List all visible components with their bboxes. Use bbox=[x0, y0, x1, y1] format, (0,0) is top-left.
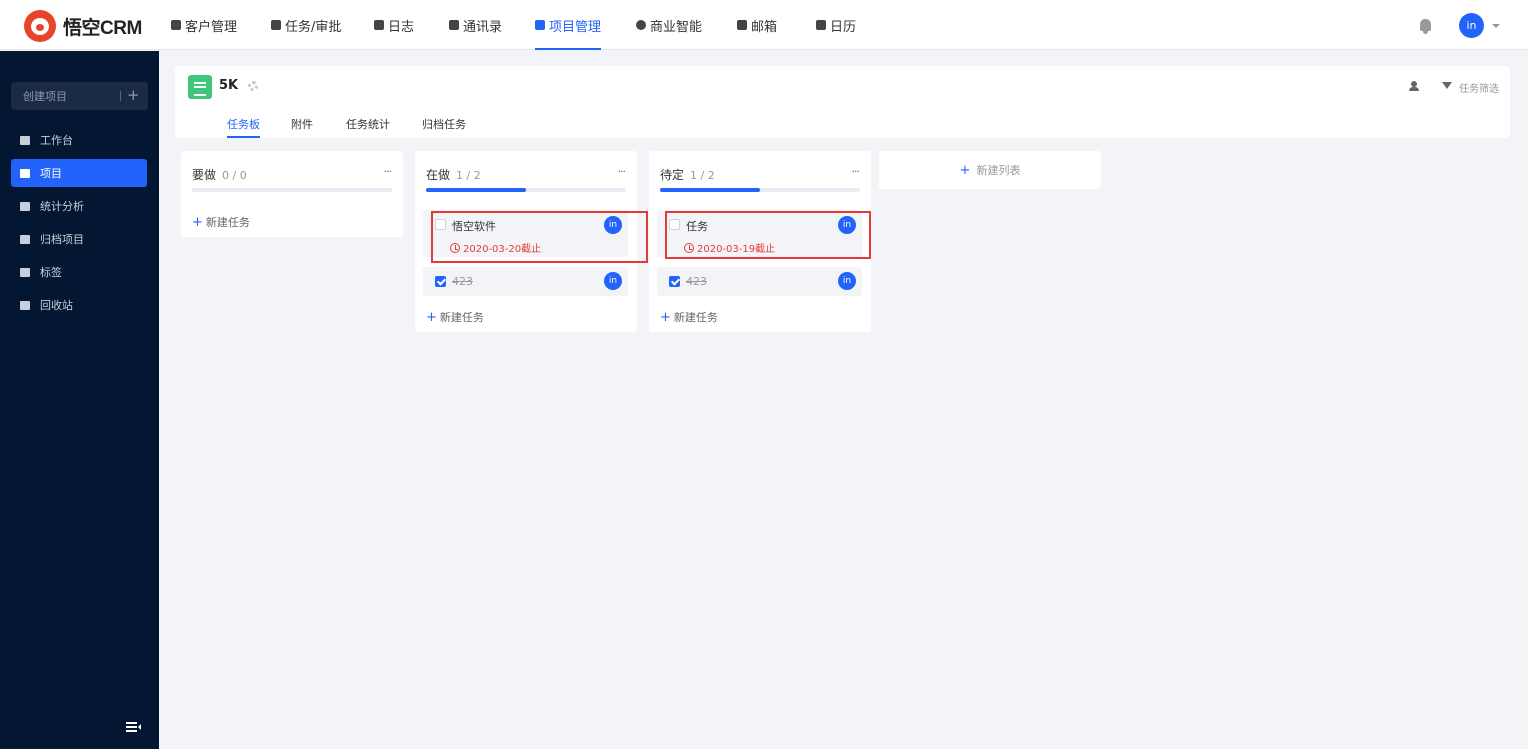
log-icon bbox=[374, 20, 384, 30]
trash-icon bbox=[20, 300, 30, 310]
column-progress-bar bbox=[660, 188, 860, 192]
sidebar-item-tags[interactable]: 标签 bbox=[11, 258, 147, 286]
tab-task-statistics[interactable]: 任务统计 bbox=[346, 116, 390, 132]
new-task-button[interactable]: + 新建任务 bbox=[192, 214, 250, 230]
top-navbar: 悟空CRM 客户管理 任务/审批 日志 通讯录 项目管理 商业智能 邮箱 日历 … bbox=[0, 0, 1528, 50]
more-options-icon[interactable]: ··· bbox=[852, 165, 860, 178]
create-project-button[interactable]: 创建项目 + bbox=[11, 82, 148, 110]
column-count: 1 / 2 bbox=[690, 169, 715, 182]
tab-task-board[interactable]: 任务板 bbox=[227, 116, 260, 138]
new-list-button[interactable]: + 新建列表 bbox=[879, 151, 1101, 189]
nav-tasks-approvals[interactable]: 任务/审批 bbox=[271, 0, 341, 50]
task-name: 423 bbox=[452, 275, 473, 288]
nav-business-intelligence[interactable]: 商业智能 bbox=[636, 0, 702, 50]
task-checkbox-checked[interactable] bbox=[435, 276, 446, 287]
task-filter-button[interactable]: 任务筛选 bbox=[1459, 80, 1499, 95]
shield-icon bbox=[636, 20, 646, 30]
sidebar: 创建项目 + 工作台 项目 统计分析 归档项目 标签 回收站 bbox=[0, 51, 159, 749]
sidebar-item-projects[interactable]: 项目 bbox=[11, 159, 147, 187]
new-task-button[interactable]: + 新建任务 bbox=[426, 309, 484, 325]
project-title: 5K bbox=[219, 78, 239, 93]
more-options-icon[interactable]: ··· bbox=[384, 165, 392, 178]
nav-project-management[interactable]: 项目管理 bbox=[535, 0, 602, 50]
plus-icon: + bbox=[660, 310, 671, 325]
tab-archived-tasks[interactable]: 归档任务 bbox=[422, 116, 466, 132]
sidebar-item-statistics[interactable]: 统计分析 bbox=[11, 192, 147, 220]
assignee-avatar[interactable]: in bbox=[604, 272, 622, 290]
mail-icon bbox=[737, 20, 747, 30]
plus-icon: + bbox=[426, 310, 437, 325]
nav-calendar[interactable]: 日历 bbox=[816, 0, 856, 50]
highlight-box bbox=[665, 211, 871, 259]
highlight-box bbox=[431, 211, 648, 263]
task-card[interactable]: 423 in bbox=[423, 267, 628, 296]
user-avatar[interactable]: in bbox=[1459, 13, 1484, 38]
plus-icon: + bbox=[192, 215, 203, 230]
members-icon[interactable] bbox=[1408, 81, 1420, 91]
progress-fill bbox=[660, 188, 760, 192]
sidebar-item-recycle-bin[interactable]: 回收站 bbox=[11, 291, 147, 319]
sidebar-item-workbench[interactable]: 工作台 bbox=[11, 126, 147, 154]
tab-attachments[interactable]: 附件 bbox=[291, 116, 313, 132]
assignee-avatar[interactable]: in bbox=[838, 272, 856, 290]
collapse-sidebar-icon[interactable] bbox=[126, 722, 141, 732]
briefcase-icon bbox=[271, 20, 281, 30]
contacts-icon bbox=[449, 20, 459, 30]
progress-fill bbox=[426, 188, 526, 192]
column-title: 在做 1 / 2 bbox=[426, 168, 481, 182]
new-task-button[interactable]: + 新建任务 bbox=[660, 309, 718, 325]
sidebar-item-archived-projects[interactable]: 归档项目 bbox=[11, 225, 147, 253]
task-name: 423 bbox=[686, 275, 707, 288]
calendar-icon bbox=[816, 20, 826, 30]
task-card[interactable]: 423 in bbox=[657, 267, 862, 296]
gear-icon[interactable] bbox=[248, 81, 258, 91]
nav-logs[interactable]: 日志 bbox=[374, 0, 414, 50]
board-column-todo: 要做 0 / 0 ··· + 新建任务 bbox=[181, 151, 403, 237]
column-count: 0 / 0 bbox=[222, 169, 247, 182]
tag-icon bbox=[20, 267, 30, 277]
divider bbox=[120, 91, 121, 101]
plus-icon: + bbox=[959, 162, 971, 178]
column-title: 待定 1 / 2 bbox=[660, 168, 715, 182]
bell-icon[interactable] bbox=[1420, 19, 1431, 34]
chart-icon bbox=[20, 201, 30, 211]
app-logo[interactable]: 悟空CRM bbox=[24, 10, 142, 42]
column-title: 要做 0 / 0 bbox=[192, 168, 247, 182]
monkey-logo-icon bbox=[24, 10, 56, 42]
task-checkbox-checked[interactable] bbox=[669, 276, 680, 287]
app-name: 悟空CRM bbox=[63, 17, 142, 39]
project-board-icon bbox=[188, 75, 212, 99]
more-options-icon[interactable]: ··· bbox=[618, 165, 626, 178]
building-icon bbox=[171, 20, 181, 30]
column-count: 1 / 2 bbox=[456, 169, 481, 182]
desktop-icon bbox=[20, 135, 30, 145]
chevron-down-icon[interactable] bbox=[1492, 24, 1500, 28]
archive-icon bbox=[20, 234, 30, 244]
filter-icon[interactable] bbox=[1442, 82, 1452, 89]
project-header: 5K 任务板 附件 任务统计 归档任务 任务筛选 bbox=[175, 66, 1510, 138]
nav-mailbox[interactable]: 邮箱 bbox=[737, 0, 777, 50]
plus-icon[interactable]: + bbox=[127, 86, 140, 104]
project-icon bbox=[535, 20, 545, 30]
column-progress-bar bbox=[192, 188, 392, 192]
nav-customer-management[interactable]: 客户管理 bbox=[171, 0, 237, 50]
nav-contacts[interactable]: 通讯录 bbox=[449, 0, 502, 50]
column-progress-bar bbox=[426, 188, 626, 192]
project-icon bbox=[20, 168, 30, 178]
